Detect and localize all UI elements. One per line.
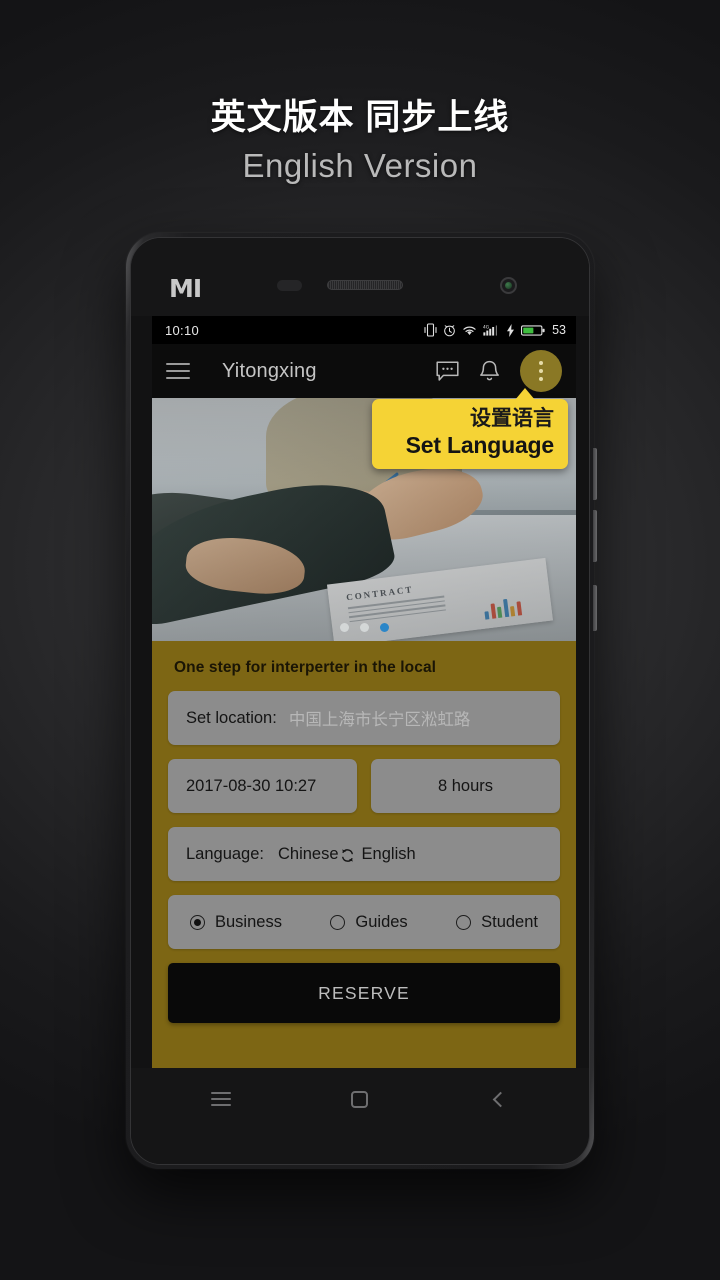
promo-headline: 英文版本 同步上线 English Version [0, 96, 720, 188]
language-from: Chinese [278, 844, 339, 863]
android-back-icon[interactable] [492, 1091, 509, 1107]
android-home-icon[interactable] [351, 1090, 369, 1108]
duration-field[interactable]: 8 hours [371, 759, 560, 813]
chat-bubble-icon[interactable] [436, 360, 459, 382]
language-to: English [361, 844, 416, 863]
android-nav-bar [152, 1068, 568, 1130]
vibrate-icon [424, 323, 437, 337]
radio-business-indicator[interactable] [190, 914, 205, 930]
duration-value: 8 hours [437, 776, 494, 795]
volume-down-button[interactable] [593, 510, 597, 562]
headline-chinese: 英文版本 同步上线 [210, 98, 510, 137]
language-label: Language: [186, 844, 264, 863]
service-type-radio-group: Business Guides Student [168, 895, 560, 949]
headline-english: English Version [242, 147, 478, 184]
android-back-button[interactable] [476, 1084, 522, 1114]
form-heading: One step for interperter in the local [174, 659, 437, 676]
location-field[interactable]: Set location: 中国上海市长宁区淞虹路 [168, 691, 560, 745]
phone-mockup: MI 10:10 4G 53 Yitongxing 设置语言 Set Langu… [126, 233, 597, 1169]
location-label: Set location: [186, 708, 277, 727]
app-title: Yitongxing [222, 359, 317, 382]
datetime-field[interactable]: 2017-08-30 10:27 [168, 759, 357, 813]
android-menu-button[interactable] [198, 1084, 244, 1114]
power-button[interactable] [593, 585, 597, 631]
booking-form: One step for interperter in the local Se… [152, 641, 576, 1068]
earpiece-speaker-icon [327, 280, 403, 290]
signal-4g-icon: 4G [483, 324, 497, 336]
radio-guides-indicator[interactable] [330, 914, 346, 930]
carousel-dots[interactable] [152, 623, 576, 632]
radio-guides[interactable]: Guides [330, 912, 408, 932]
front-camera-icon [500, 277, 517, 294]
app-bar: Yitongxing 设置语言 Set Language [152, 344, 576, 469]
language-field[interactable]: Language: Chinese English [168, 827, 560, 881]
app-bar-actions [436, 350, 562, 392]
radio-business-label: Business [215, 912, 282, 931]
location-placeholder: 中国上海市长宁区淞虹路 [288, 711, 471, 729]
status-icons: 4G 53 [424, 323, 566, 337]
reserve-button[interactable]: RESERVE [168, 963, 560, 1023]
reserve-button-label: RESERVE [318, 982, 410, 1003]
alarm-icon [444, 325, 455, 337]
set-language-tooltip[interactable]: 设置语言 Set Language [372, 388, 568, 469]
radio-student-label: Student [481, 912, 538, 931]
volume-up-button[interactable] [593, 448, 597, 500]
android-home-button[interactable] [337, 1084, 383, 1114]
battery-percent: 53 [552, 323, 566, 337]
status-bar: 10:10 4G 53 [152, 316, 576, 344]
datetime-value: 2017-08-30 10:27 [186, 776, 317, 795]
carousel-dot-active[interactable] [379, 623, 389, 632]
wifi-icon [463, 326, 476, 335]
radio-student-indicator[interactable] [456, 914, 472, 930]
charging-bolt-icon [507, 323, 515, 337]
proximity-sensor-icon [277, 280, 302, 291]
overflow-menu-icon[interactable] [520, 350, 562, 392]
battery-icon [521, 324, 545, 336]
carousel-dot[interactable] [359, 623, 369, 632]
radio-business[interactable]: Business [190, 913, 282, 932]
phone-body: MI 10:10 4G 53 Yitongxing 设置语言 Set Langu… [130, 237, 590, 1165]
swap-arrows-icon[interactable] [339, 847, 356, 864]
hamburger-menu-icon[interactable] [166, 363, 190, 379]
datetime-duration-row: 2017-08-30 10:27 8 hours [168, 759, 560, 813]
android-menu-icon[interactable] [211, 1092, 232, 1106]
status-time: 10:10 [165, 322, 200, 338]
radio-student[interactable]: Student [456, 913, 538, 932]
overflow-menu-button[interactable] [520, 350, 562, 392]
tooltip-text-chinese: 设置语言 [470, 407, 554, 430]
svg-text:4G: 4G [483, 324, 489, 330]
notification-bell-icon[interactable] [479, 360, 500, 383]
carousel-dot[interactable] [339, 623, 349, 632]
phone-top-bezel: MI [131, 238, 589, 316]
phone-screen: 10:10 4G 53 Yitongxing 设置语言 Set Language… [152, 316, 576, 1068]
mi-logo: MI [169, 274, 202, 303]
tooltip-text-english: Set Language [405, 432, 555, 458]
radio-guides-label: Guides [355, 912, 408, 931]
